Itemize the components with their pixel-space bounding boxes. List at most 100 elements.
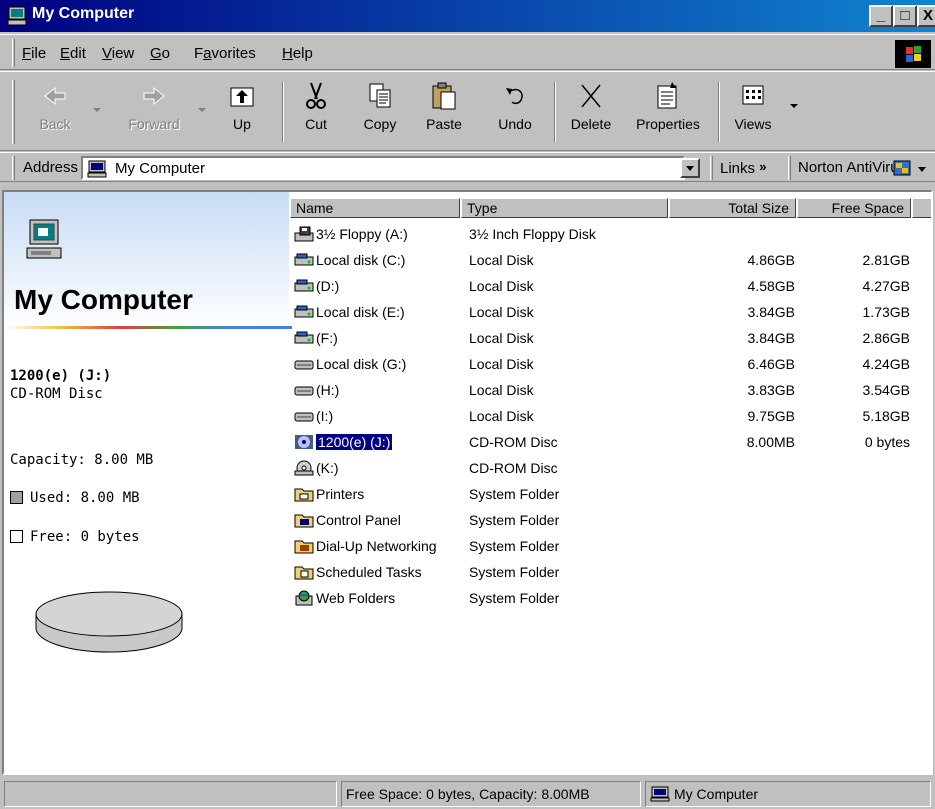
list-item[interactable]: Local disk (C:) Local Disk 4.86GB 2.81GB bbox=[290, 248, 931, 274]
standard-toolbar: Back Forward Up Cut Copy Paste Undo Dele… bbox=[0, 71, 935, 151]
used-swatch bbox=[10, 491, 23, 504]
list-item[interactable]: Dial-Up Networking System Folder bbox=[290, 534, 931, 560]
column-total-size[interactable]: Total Size bbox=[669, 198, 796, 218]
item-name: Dial-Up Networking bbox=[316, 538, 437, 554]
undo-button[interactable]: Undo bbox=[490, 80, 540, 146]
menu-edit-accel: E bbox=[60, 45, 71, 62]
menu-view-rest: iew bbox=[111, 45, 135, 62]
item-name-cell[interactable]: (H:) bbox=[294, 382, 339, 398]
list-item[interactable]: 1200(e) (J:) CD-ROM Disc 8.00MB 0 bytes bbox=[290, 430, 931, 456]
item-name-cell[interactable]: Dial-Up Networking bbox=[294, 538, 437, 554]
list-item[interactable]: (D:) Local Disk 4.58GB 4.27GB bbox=[290, 274, 931, 300]
menu-grip[interactable] bbox=[12, 39, 15, 67]
links-grip[interactable] bbox=[710, 156, 713, 180]
title-bar[interactable]: My Computer _ □ X bbox=[0, 0, 935, 32]
item-name-cell[interactable]: Scheduled Tasks bbox=[294, 564, 422, 580]
list-item[interactable]: Web Folders System Folder bbox=[290, 586, 931, 612]
column-name[interactable]: Name bbox=[290, 198, 460, 218]
column-type[interactable]: Type bbox=[461, 198, 668, 218]
item-free-space: 5.18GB bbox=[862, 408, 910, 424]
free-legend: Free: 0 bytes bbox=[10, 529, 140, 545]
list-item[interactable]: 3½ Floppy (A:) 3½ Inch Floppy Disk bbox=[290, 222, 931, 248]
address-dropdown-button[interactable] bbox=[680, 158, 700, 178]
menu-favorites[interactable]: Favorites bbox=[194, 45, 256, 62]
selected-drive-type: CD-ROM Disc bbox=[10, 386, 103, 402]
menu-go[interactable]: Go bbox=[150, 45, 170, 62]
properties-button[interactable]: Properties bbox=[630, 80, 706, 146]
item-name: (H:) bbox=[316, 382, 340, 398]
forward-dropdown[interactable] bbox=[198, 108, 206, 112]
menu-view[interactable]: View bbox=[102, 45, 134, 62]
disk-usage-pie bbox=[35, 591, 183, 653]
item-total-size: 3.84GB bbox=[747, 330, 795, 346]
item-name-cell[interactable]: Control Panel bbox=[294, 512, 401, 528]
forward-button[interactable]: Forward bbox=[118, 80, 190, 146]
list-item[interactable]: Local disk (G:) Local Disk 6.46GB 4.24GB bbox=[290, 352, 931, 378]
delete-x-icon bbox=[581, 84, 601, 108]
maximize-button[interactable]: □ bbox=[893, 5, 917, 27]
list-item[interactable]: (F:) Local Disk 3.84GB 2.86GB bbox=[290, 326, 931, 352]
paste-icon bbox=[432, 82, 456, 110]
minimize-button[interactable]: _ bbox=[869, 5, 893, 27]
item-type: Local Disk bbox=[469, 382, 534, 398]
list-item[interactable]: Scheduled Tasks System Folder bbox=[290, 560, 931, 586]
list-item[interactable]: (K:) CD-ROM Disc bbox=[290, 456, 931, 482]
column-extra[interactable] bbox=[912, 198, 931, 218]
item-name-cell[interactable]: Local disk (E:) bbox=[294, 304, 405, 320]
norton-antivirus-label[interactable]: Norton AntiVirus bbox=[798, 159, 906, 176]
item-type: CD-ROM Disc bbox=[469, 460, 558, 476]
column-free-space[interactable]: Free Space bbox=[797, 198, 911, 218]
item-free-space: 1.73GB bbox=[862, 304, 910, 320]
item-name-cell[interactable]: 1200(e) (J:) bbox=[294, 433, 394, 451]
toolbar-grip[interactable] bbox=[12, 80, 15, 144]
address-label: Address bbox=[23, 159, 79, 176]
up-label: Up bbox=[233, 116, 251, 132]
item-type: System Folder bbox=[469, 590, 560, 606]
links-button[interactable]: Links » bbox=[720, 159, 766, 177]
my-computer-icon bbox=[650, 785, 670, 806]
toolbar-separator bbox=[718, 82, 720, 142]
item-name-cell[interactable]: 3½ Floppy (A:) bbox=[294, 226, 408, 242]
address-input[interactable]: My Computer bbox=[81, 156, 685, 180]
menu-edit-rest: dit bbox=[70, 45, 86, 62]
item-name-cell[interactable]: Web Folders bbox=[294, 590, 395, 606]
list-item[interactable]: Control Panel System Folder bbox=[290, 508, 931, 534]
address-bar: Address My Computer Links » Norton AntiV… bbox=[0, 152, 935, 182]
list-item[interactable]: Printers System Folder bbox=[290, 482, 931, 508]
item-name: Local disk (E:) bbox=[316, 304, 405, 320]
item-name-cell[interactable]: (F:) bbox=[294, 330, 338, 346]
item-type: System Folder bbox=[469, 538, 560, 554]
item-name-cell[interactable]: (I:) bbox=[294, 408, 333, 424]
menu-file[interactable]: File bbox=[22, 45, 46, 62]
menu-go-rest: o bbox=[161, 45, 171, 62]
norton-dropdown[interactable] bbox=[918, 167, 926, 172]
list-item[interactable]: (I:) Local Disk 9.75GB 5.18GB bbox=[290, 404, 931, 430]
delete-label: Delete bbox=[570, 116, 612, 132]
back-button[interactable]: Back bbox=[30, 80, 80, 146]
menu-edit[interactable]: Edit bbox=[60, 45, 86, 62]
item-name: (I:) bbox=[316, 408, 334, 424]
menu-help[interactable]: Help bbox=[282, 45, 313, 62]
copy-button[interactable]: Copy bbox=[356, 80, 404, 146]
back-dropdown[interactable] bbox=[93, 108, 101, 112]
scheduled-tasks-icon bbox=[294, 564, 314, 580]
views-button[interactable]: Views bbox=[728, 80, 778, 146]
item-name-cell[interactable]: Local disk (C:) bbox=[294, 252, 405, 268]
address-grip[interactable] bbox=[12, 156, 15, 180]
up-button[interactable]: Up bbox=[222, 80, 262, 146]
paste-button[interactable]: Paste bbox=[420, 80, 468, 146]
item-name-cell[interactable]: Local disk (G:) bbox=[294, 356, 406, 372]
delete-button[interactable]: Delete bbox=[566, 80, 616, 146]
norton-antivirus-icon[interactable] bbox=[893, 160, 911, 176]
item-name-cell[interactable]: (D:) bbox=[294, 278, 339, 294]
cut-button[interactable]: Cut bbox=[296, 80, 336, 146]
item-type: Local Disk bbox=[469, 330, 534, 346]
item-name-cell[interactable]: (K:) bbox=[294, 460, 339, 476]
views-dropdown[interactable] bbox=[790, 104, 798, 108]
list-item[interactable]: (H:) Local Disk 3.83GB 3.54GB bbox=[290, 378, 931, 404]
undo-icon bbox=[506, 88, 523, 105]
list-item[interactable]: Local disk (E:) Local Disk 3.84GB 1.73GB bbox=[290, 300, 931, 326]
norton-grip[interactable] bbox=[788, 156, 791, 180]
close-button[interactable]: X bbox=[917, 5, 935, 27]
item-name-cell[interactable]: Printers bbox=[294, 486, 364, 502]
